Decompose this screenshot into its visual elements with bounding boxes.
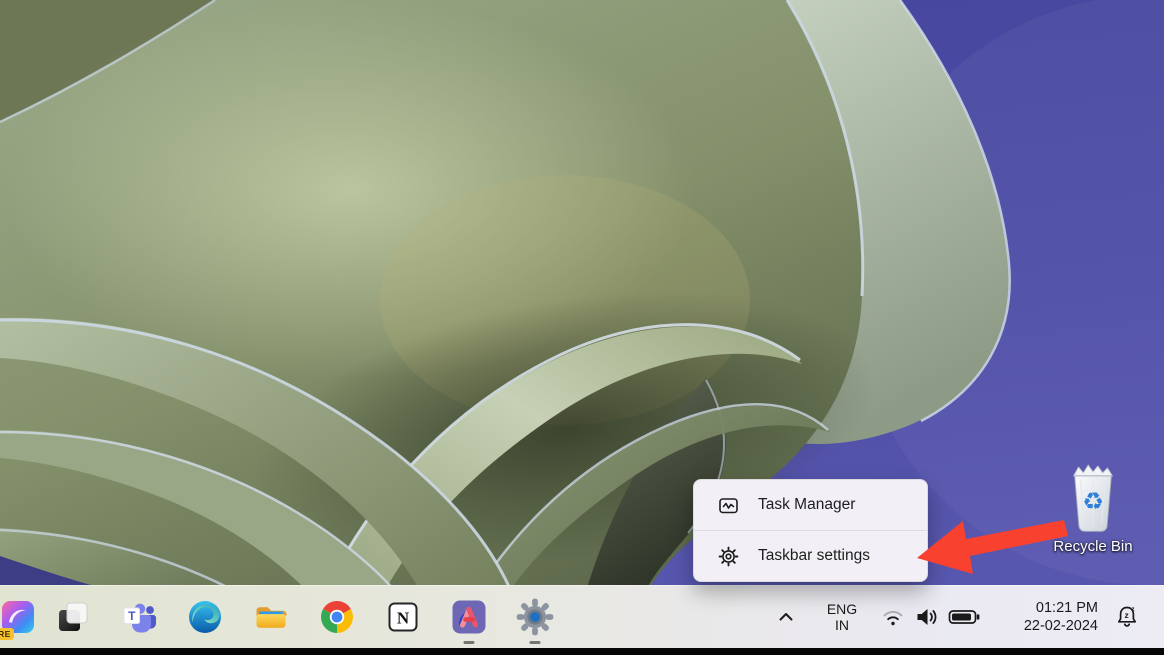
language-line2: IN	[835, 617, 849, 633]
taskbar: PRE	[0, 585, 1164, 648]
battery-icon	[948, 604, 982, 630]
tray-clock[interactable]: 01:21 PM 22-02-2024	[992, 599, 1098, 635]
taskbar-app-file-explorer[interactable]	[238, 586, 304, 648]
tray-notifications[interactable]: z z	[1112, 602, 1142, 632]
menu-item-taskbar-settings[interactable]: Taskbar settings	[694, 530, 927, 581]
clock-time: 01:21 PM	[1036, 599, 1098, 617]
tray-volume[interactable]	[914, 604, 941, 630]
settings-gear-icon	[515, 597, 555, 637]
bell-z-glyph: z	[1124, 610, 1128, 620]
tray-battery[interactable]	[948, 604, 982, 630]
taskbar-app-chrome[interactable]	[304, 586, 370, 648]
chevron-up-icon	[772, 603, 800, 631]
edge-icon	[186, 598, 224, 636]
screenshot-bottom-strip	[0, 648, 1164, 655]
clock-date: 22-02-2024	[1024, 617, 1098, 635]
file-explorer-icon	[252, 598, 290, 636]
menu-item-label: Taskbar settings	[758, 547, 870, 565]
tray-show-hidden-icons[interactable]	[772, 603, 800, 631]
gear-icon	[718, 546, 739, 567]
taskbar-app-a-app[interactable]	[436, 586, 502, 648]
recycle-bin-label: Recycle Bin	[1050, 538, 1136, 555]
wifi-icon	[880, 604, 906, 630]
language-line1: ENG	[827, 601, 857, 617]
speaker-icon	[914, 604, 941, 630]
teams-t-glyph: T	[128, 609, 136, 623]
teams-icon: T	[120, 598, 158, 636]
task-view-icon	[55, 599, 91, 635]
taskbar-app-notion[interactable]: N	[370, 586, 436, 648]
desktop-wallpaper	[0, 0, 1164, 655]
bell-z-small-glyph: z	[1132, 607, 1135, 613]
running-indicator	[464, 641, 475, 645]
tray-network[interactable]	[880, 604, 906, 630]
taskbar-context-menu: Task Manager Taskbar set	[693, 479, 928, 582]
taskbar-app-task-view[interactable]	[40, 586, 106, 648]
taskbar-app-edge[interactable]	[172, 586, 238, 648]
running-indicator	[530, 641, 541, 645]
a-app-icon	[450, 598, 488, 636]
tray-language-switcher[interactable]: ENG IN	[818, 601, 866, 633]
menu-item-label: Task Manager	[758, 496, 855, 514]
taskbar-app-teams[interactable]: T	[106, 586, 172, 648]
copilot-preview-badge: PRE	[0, 628, 14, 640]
task-manager-icon	[718, 495, 739, 516]
system-tray: ENG IN	[764, 586, 1164, 648]
recycle-symbol: ♻	[1082, 488, 1104, 516]
taskbar-app-row: T	[40, 586, 568, 648]
chrome-icon	[318, 598, 356, 636]
notion-icon: N	[386, 600, 420, 634]
recycle-bin-shortcut[interactable]: ♻ Recycle Bin	[1050, 461, 1136, 555]
menu-item-task-manager[interactable]: Task Manager	[694, 480, 927, 530]
taskbar-app-settings[interactable]	[502, 586, 568, 648]
bell-dnd-icon: z z	[1112, 602, 1142, 632]
desktop-screen: ♻ Recycle Bin Task Manager	[0, 0, 1164, 655]
recycle-bin-icon: ♻	[1066, 461, 1120, 537]
notion-n-glyph: N	[397, 609, 410, 628]
